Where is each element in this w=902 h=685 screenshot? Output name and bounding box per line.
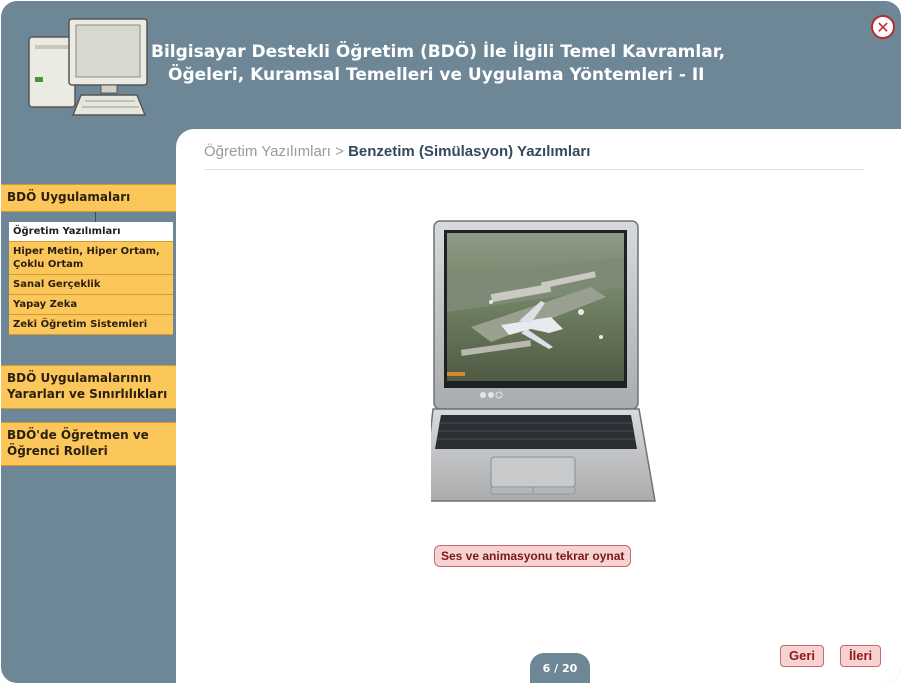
sidebar-item-sanal-gerceklik[interactable]: Sanal Gerçeklik [9,275,173,295]
breadcrumb: Öğretim Yazılımları > Benzetim (Simülasy… [204,143,590,160]
sidebar-submenu: Öğretim Yazılımları Hiper Metin, Hiper O… [9,222,173,335]
sidebar-item-zeki-ogretim[interactable]: Zeki Öğretim Sistemleri [9,315,173,335]
sidebar-section-bdo-uygulamalari[interactable]: BDÖ Uygulamaları [1,184,187,212]
app-window: Bilgisayar Destekli Öğretim (BDÖ) İle İl… [1,1,901,683]
breadcrumb-divider [204,169,864,170]
content-panel: Öğretim Yazılımları > Benzetim (Simülasy… [176,129,901,683]
page-title: Bilgisayar Destekli Öğretim (BDÖ) İle İl… [151,41,851,87]
replay-audio-animation-button[interactable]: Ses ve animasyonu tekrar oynat [434,545,632,567]
close-button[interactable]: ✕ [871,15,895,39]
header: Bilgisayar Destekli Öğretim (BDÖ) İle İl… [1,1,901,136]
sidebar-section-yararlar[interactable]: BDÖ Uygulamalarının Yararları ve Sınırlı… [1,365,186,409]
breadcrumb-current: Benzetim (Simülasyon) Yazılımları [348,143,591,160]
back-button[interactable]: Geri [780,645,825,667]
title-line-1: Bilgisayar Destekli Öğretim (BDÖ) İle İl… [151,42,726,62]
breadcrumb-parent[interactable]: Öğretim Yazılımları [204,143,331,160]
sidebar-item-ogretim-yazilimlari[interactable]: Öğretim Yazılımları [9,222,173,242]
sidebar-section-roller[interactable]: BDÖ'de Öğretmen ve Öğrenci Rolleri [1,422,186,466]
next-button[interactable]: İleri [840,645,882,667]
breadcrumb-separator: > [330,143,349,160]
title-line-2: Öğeleri, Kuramsal Temelleri ve Uygulama … [168,65,705,85]
page-indicator: 6 / 20 [530,653,590,683]
sidebar-item-yapay-zeka[interactable]: Yapay Zeka [9,295,173,315]
computer-icon [28,18,148,116]
close-icon: ✕ [876,17,890,37]
laptop-simulation-image [431,220,656,502]
sidebar-item-hiper-metin[interactable]: Hiper Metin, Hiper Ortam, Çoklu Ortam [9,242,173,275]
tree-connector [95,212,96,222]
